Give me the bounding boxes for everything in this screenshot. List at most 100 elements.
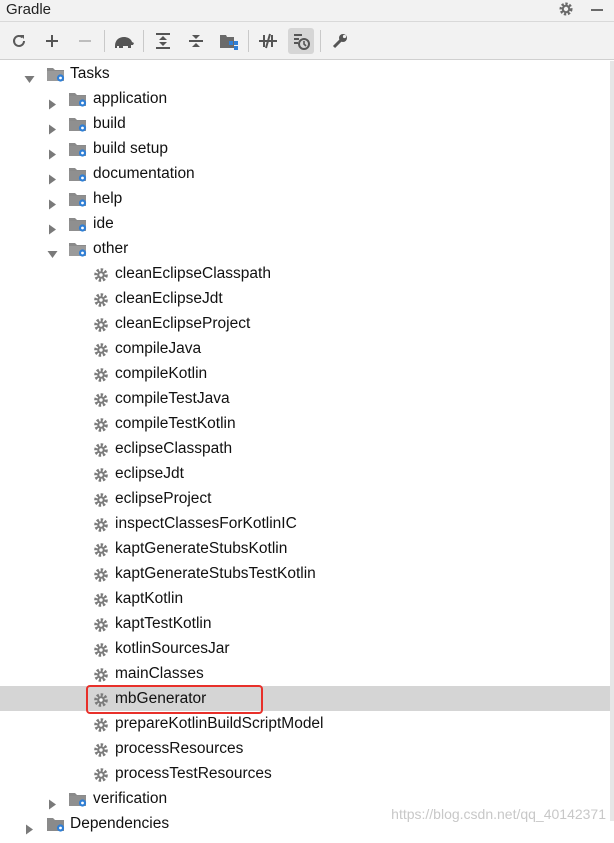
gear-icon: [93, 516, 109, 532]
toggle-offline-button[interactable]: [255, 28, 281, 54]
tree-node-group[interactable]: help: [0, 186, 614, 211]
tree-node-label: cleanEclipseJdt: [115, 290, 223, 307]
tree-node-task[interactable]: kotlinSourcesJar: [0, 636, 614, 661]
tree-node-tasks[interactable]: Tasks: [0, 61, 614, 86]
build-settings-button[interactable]: [327, 28, 353, 54]
refresh-icon: [13, 34, 25, 47]
toolbar-separator: [320, 29, 321, 52]
tree-node-task[interactable]: compileKotlin: [0, 361, 614, 386]
gradle-folder-icon: [68, 190, 88, 208]
task-tree: Tasks application build build setup document…: [0, 61, 614, 835]
tree-node-other[interactable]: other: [0, 236, 614, 261]
gear-icon: [93, 666, 109, 682]
expanded-arrow-icon[interactable]: [24, 68, 35, 83]
tree-node-task[interactable]: eclipseProject: [0, 486, 614, 511]
toolbar-separator: [143, 29, 144, 52]
collapsed-arrow-icon[interactable]: [47, 168, 58, 185]
tree-node-task[interactable]: cleanEclipseJdt: [0, 286, 614, 311]
vertical-scrollbar[interactable]: [610, 61, 614, 821]
tree-node-task[interactable]: cleanEclipseClasspath: [0, 261, 614, 286]
gear-icon: [93, 316, 109, 332]
gear-icon: [93, 766, 109, 782]
gradle-folder-icon: [68, 165, 88, 183]
collapsed-arrow-icon[interactable]: [47, 118, 58, 135]
tree-node-group[interactable]: documentation: [0, 161, 614, 186]
tree-node-label: help: [93, 190, 123, 207]
gear-icon: [93, 341, 109, 357]
group-modules-button[interactable]: [216, 28, 242, 54]
expand-all-button[interactable]: [150, 28, 176, 54]
toolbar-separator: [248, 29, 249, 52]
tree-node-label: Dependencies: [70, 815, 170, 832]
tree-node-task[interactable]: compileJava: [0, 336, 614, 361]
gradle-folder-icon: [46, 65, 66, 83]
tree-node-label: processResources: [115, 740, 244, 757]
collapsed-arrow-icon[interactable]: [47, 218, 58, 235]
tree-node-label: inspectClassesForKotlinIC: [115, 515, 297, 532]
tree-node-label: mainClasses: [115, 665, 204, 682]
tree-node-label: kaptTestKotlin: [115, 615, 212, 632]
gear-icon: [93, 491, 109, 507]
gear-icon: [93, 441, 109, 457]
tree-node-label: cleanEclipseClasspath: [115, 265, 271, 282]
tree-node-label: eclipseJdt: [115, 465, 184, 482]
refresh-button[interactable]: [6, 28, 32, 54]
wrench-icon: [332, 33, 347, 48]
tree-node-group[interactable]: build: [0, 111, 614, 136]
minimize-icon[interactable]: [590, 1, 604, 22]
tree-node-task[interactable]: processTestResources: [0, 761, 614, 786]
gear-icon: [93, 716, 109, 732]
minus-icon: [79, 39, 91, 42]
tree-node-group[interactable]: ide: [0, 211, 614, 236]
gear-icon: [93, 291, 109, 307]
gradle-folder-icon: [68, 90, 88, 108]
tree-node-label: eclipseProject: [115, 490, 212, 507]
add-button[interactable]: [39, 28, 65, 54]
tree-node-task[interactable]: kaptGenerateStubsKotlin: [0, 536, 614, 561]
tree-node-label: compileTestJava: [115, 390, 230, 407]
gear-icon: [93, 566, 109, 582]
gear-icon: [93, 616, 109, 632]
collapsed-arrow-icon[interactable]: [47, 193, 58, 210]
show-tasks-button[interactable]: [288, 27, 314, 54]
tree-node-task[interactable]: mainClasses: [0, 661, 614, 686]
gradle-folder-icon: [68, 240, 88, 258]
tree-node-task[interactable]: compileTestKotlin: [0, 411, 614, 436]
collapsed-arrow-icon[interactable]: [24, 818, 35, 835]
tree-node-task[interactable]: kaptKotlin: [0, 586, 614, 611]
tree-node-label: kaptKotlin: [115, 590, 184, 607]
tree-node-task[interactable]: kaptGenerateStubsTestKotlin: [0, 561, 614, 586]
collapsed-arrow-icon[interactable]: [47, 143, 58, 160]
tree-node-task[interactable]: eclipseClasspath: [0, 436, 614, 461]
tree-node-task[interactable]: processResources: [0, 736, 614, 761]
plus-icon: [46, 34, 58, 47]
toolbar-separator: [104, 29, 105, 52]
tree-node-task[interactable]: inspectClassesForKotlinIC: [0, 511, 614, 536]
gear-icon: [93, 541, 109, 557]
gear-icon: [93, 366, 109, 382]
collapse-all-button[interactable]: [183, 28, 209, 54]
remove-button[interactable]: [72, 28, 98, 54]
tree-node-task[interactable]: compileTestJava: [0, 386, 614, 411]
gear-icon[interactable]: [558, 1, 574, 22]
tree-node-label: compileJava: [115, 340, 202, 357]
toggle-offline-icon: [259, 33, 277, 48]
tool-window-header: Gradle: [0, 0, 614, 22]
tree-node-label: processTestResources: [115, 765, 272, 782]
collapsed-arrow-icon[interactable]: [47, 93, 58, 110]
tree-node-task[interactable]: cleanEclipseProject: [0, 311, 614, 336]
gradle-folder-icon: [68, 115, 88, 133]
gradle-folder-icon: [68, 790, 88, 808]
gear-icon: [93, 416, 109, 432]
tree-node-task[interactable]: prepareKotlinBuildScriptModel: [0, 711, 614, 736]
expanded-arrow-icon[interactable]: [47, 243, 58, 258]
tree-node-group[interactable]: build setup: [0, 136, 614, 161]
tree-node-label: verification: [93, 790, 168, 807]
tree-node-task[interactable]: kaptTestKotlin: [0, 611, 614, 636]
tree-node-task[interactable]: eclipseJdt: [0, 461, 614, 486]
tree-node-label: application: [93, 90, 168, 107]
collapsed-arrow-icon[interactable]: [47, 793, 58, 810]
execute-task-button[interactable]: [111, 28, 137, 54]
tree-node-label: Tasks: [70, 65, 110, 82]
tree-node-group[interactable]: application: [0, 86, 614, 111]
